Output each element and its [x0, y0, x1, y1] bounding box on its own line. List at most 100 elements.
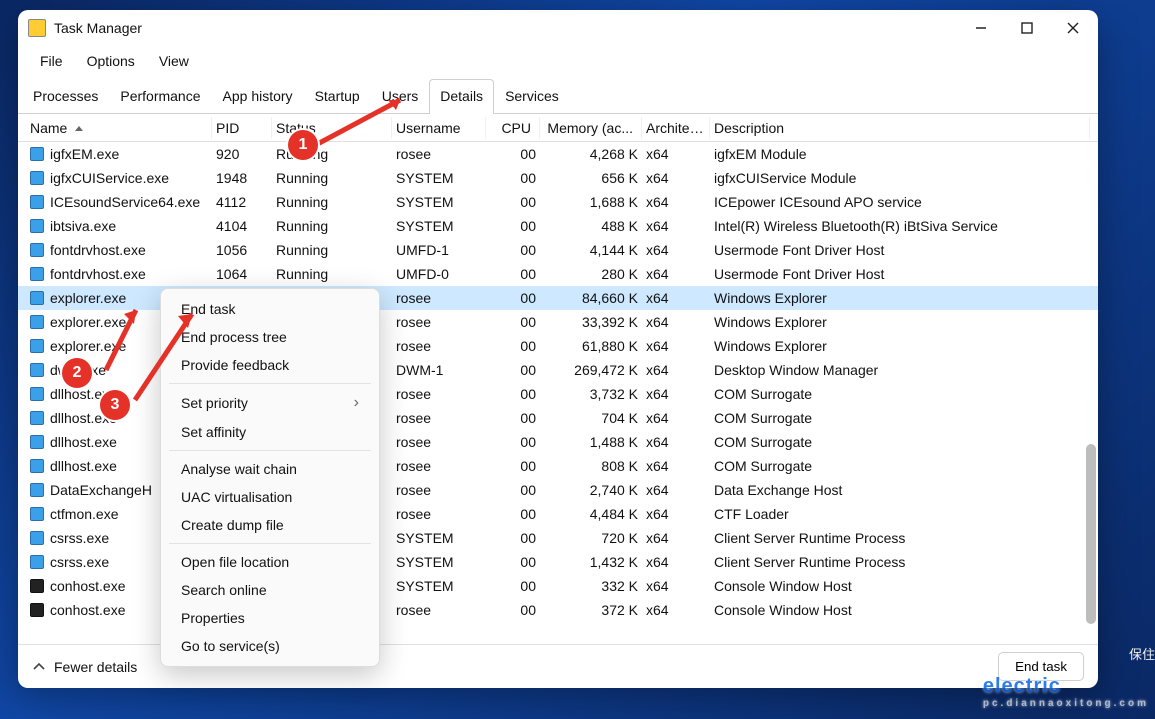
process-status: Running	[272, 216, 392, 236]
tab-services[interactable]: Services	[494, 79, 570, 114]
process-arch: x64	[642, 384, 710, 404]
col-arch[interactable]: Architec...	[642, 117, 710, 139]
process-arch: x64	[642, 456, 710, 476]
process-user: SYSTEM	[392, 216, 486, 236]
process-arch: x64	[642, 360, 710, 380]
process-memory: 4,484 K	[540, 504, 642, 524]
process-arch: x64	[642, 600, 710, 620]
maximize-button[interactable]	[1004, 13, 1050, 43]
ctx-separator	[169, 450, 371, 451]
process-cpu: 00	[486, 456, 540, 476]
process-cpu: 00	[486, 552, 540, 572]
ctx-set-affinity[interactable]: Set affinity	[161, 418, 379, 446]
process-user: rosee	[392, 600, 486, 620]
process-arch: x64	[642, 288, 710, 308]
process-cpu: 00	[486, 264, 540, 284]
process-icon	[30, 219, 44, 233]
process-memory: 1,688 K	[540, 192, 642, 212]
process-name: igfxCUIService.exe	[50, 170, 169, 186]
col-mem[interactable]: Memory (ac...	[540, 117, 642, 139]
process-icon	[30, 555, 44, 569]
process-memory: 33,392 K	[540, 312, 642, 332]
process-icon	[30, 243, 44, 257]
ctx-open-file-location[interactable]: Open file location	[161, 548, 379, 576]
process-cpu: 00	[486, 432, 540, 452]
process-user: SYSTEM	[392, 192, 486, 212]
process-icon	[30, 339, 44, 353]
table-row[interactable]: igfxEM.exe920Runningrosee004,268 Kx64igf…	[18, 142, 1098, 166]
fewer-details-link[interactable]: Fewer details	[54, 659, 137, 675]
process-name: csrss.exe	[50, 530, 109, 546]
process-name: ctfmon.exe	[50, 506, 118, 522]
process-desc: ICEpower ICEsound APO service	[710, 192, 1090, 212]
ctx-analyse-wait-chain[interactable]: Analyse wait chain	[161, 455, 379, 483]
table-row[interactable]: igfxCUIService.exe1948RunningSYSTEM00656…	[18, 166, 1098, 190]
col-desc[interactable]: Description	[710, 117, 1090, 139]
process-desc: Windows Explorer	[710, 288, 1090, 308]
table-row[interactable]: ICEsoundService64.exe4112RunningSYSTEM00…	[18, 190, 1098, 214]
annotation-arrow-1	[300, 90, 420, 160]
process-cpu: 00	[486, 336, 540, 356]
process-icon	[30, 147, 44, 161]
process-desc: Usermode Font Driver Host	[710, 240, 1090, 260]
process-desc: Desktop Window Manager	[710, 360, 1090, 380]
col-cpu[interactable]: CPU	[486, 117, 540, 139]
menu-view[interactable]: View	[151, 50, 197, 72]
tab-performance[interactable]: Performance	[109, 79, 211, 114]
tab-processes[interactable]: Processes	[22, 79, 109, 114]
process-memory: 1,488 K	[540, 432, 642, 452]
ctx-properties[interactable]: Properties	[161, 604, 379, 632]
process-memory: 2,740 K	[540, 480, 642, 500]
ctx-search-online[interactable]: Search online	[161, 576, 379, 604]
process-name: fontdrvhost.exe	[50, 266, 146, 282]
table-row[interactable]: fontdrvhost.exe1064RunningUMFD-000280 Kx…	[18, 262, 1098, 286]
process-user: SYSTEM	[392, 576, 486, 596]
process-user: rosee	[392, 288, 486, 308]
process-pid: 1064	[212, 264, 272, 284]
process-user: UMFD-1	[392, 240, 486, 260]
titlebar[interactable]: Task Manager	[18, 10, 1098, 46]
minimize-button[interactable]	[958, 13, 1004, 43]
minimize-icon	[975, 22, 987, 34]
process-name: dllhost.exe	[50, 458, 117, 474]
close-button[interactable]	[1050, 13, 1096, 43]
side-label: 保住	[1129, 644, 1155, 663]
process-arch: x64	[642, 216, 710, 236]
menu-file[interactable]: File	[32, 50, 71, 72]
process-cpu: 00	[486, 240, 540, 260]
process-pid: 920	[212, 144, 272, 164]
col-pid[interactable]: PID	[212, 117, 272, 139]
col-name[interactable]: Name	[26, 117, 212, 139]
process-arch: x64	[642, 312, 710, 332]
process-user: SYSTEM	[392, 528, 486, 548]
process-status: Running	[272, 168, 392, 188]
process-user: rosee	[392, 336, 486, 356]
process-user: SYSTEM	[392, 168, 486, 188]
process-pid: 4112	[212, 192, 272, 212]
process-user: DWM-1	[392, 360, 486, 380]
table-row[interactable]: fontdrvhost.exe1056RunningUMFD-1004,144 …	[18, 238, 1098, 262]
process-status: Running	[272, 240, 392, 260]
process-name: conhost.exe	[50, 602, 126, 618]
app-icon	[28, 19, 46, 37]
table-header[interactable]: Name PID Status Username CPU Memory (ac.…	[18, 114, 1098, 142]
process-memory: 269,472 K	[540, 360, 642, 380]
process-user: rosee	[392, 312, 486, 332]
process-icon	[30, 267, 44, 281]
ctx-create-dump-file[interactable]: Create dump file	[161, 511, 379, 539]
tab-app-history[interactable]: App history	[212, 79, 304, 114]
window-title: Task Manager	[54, 20, 958, 36]
process-user: rosee	[392, 408, 486, 428]
process-cpu: 00	[486, 528, 540, 548]
process-name: conhost.exe	[50, 578, 126, 594]
table-row[interactable]: ibtsiva.exe4104RunningSYSTEM00488 Kx64In…	[18, 214, 1098, 238]
process-desc: Windows Explorer	[710, 336, 1090, 356]
vertical-scrollbar-thumb[interactable]	[1086, 444, 1096, 624]
process-desc: COM Surrogate	[710, 408, 1090, 428]
process-arch: x64	[642, 432, 710, 452]
tab-details[interactable]: Details	[429, 79, 494, 114]
ctx-uac-virtualisation[interactable]: UAC virtualisation	[161, 483, 379, 511]
ctx-go-to-services[interactable]: Go to service(s)	[161, 632, 379, 660]
menu-options[interactable]: Options	[79, 50, 143, 72]
process-desc: CTF Loader	[710, 504, 1090, 524]
